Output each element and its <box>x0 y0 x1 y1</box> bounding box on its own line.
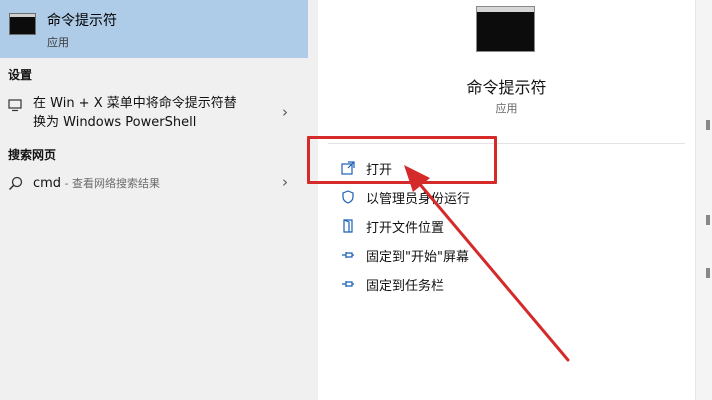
annotation-arrow <box>404 165 570 362</box>
